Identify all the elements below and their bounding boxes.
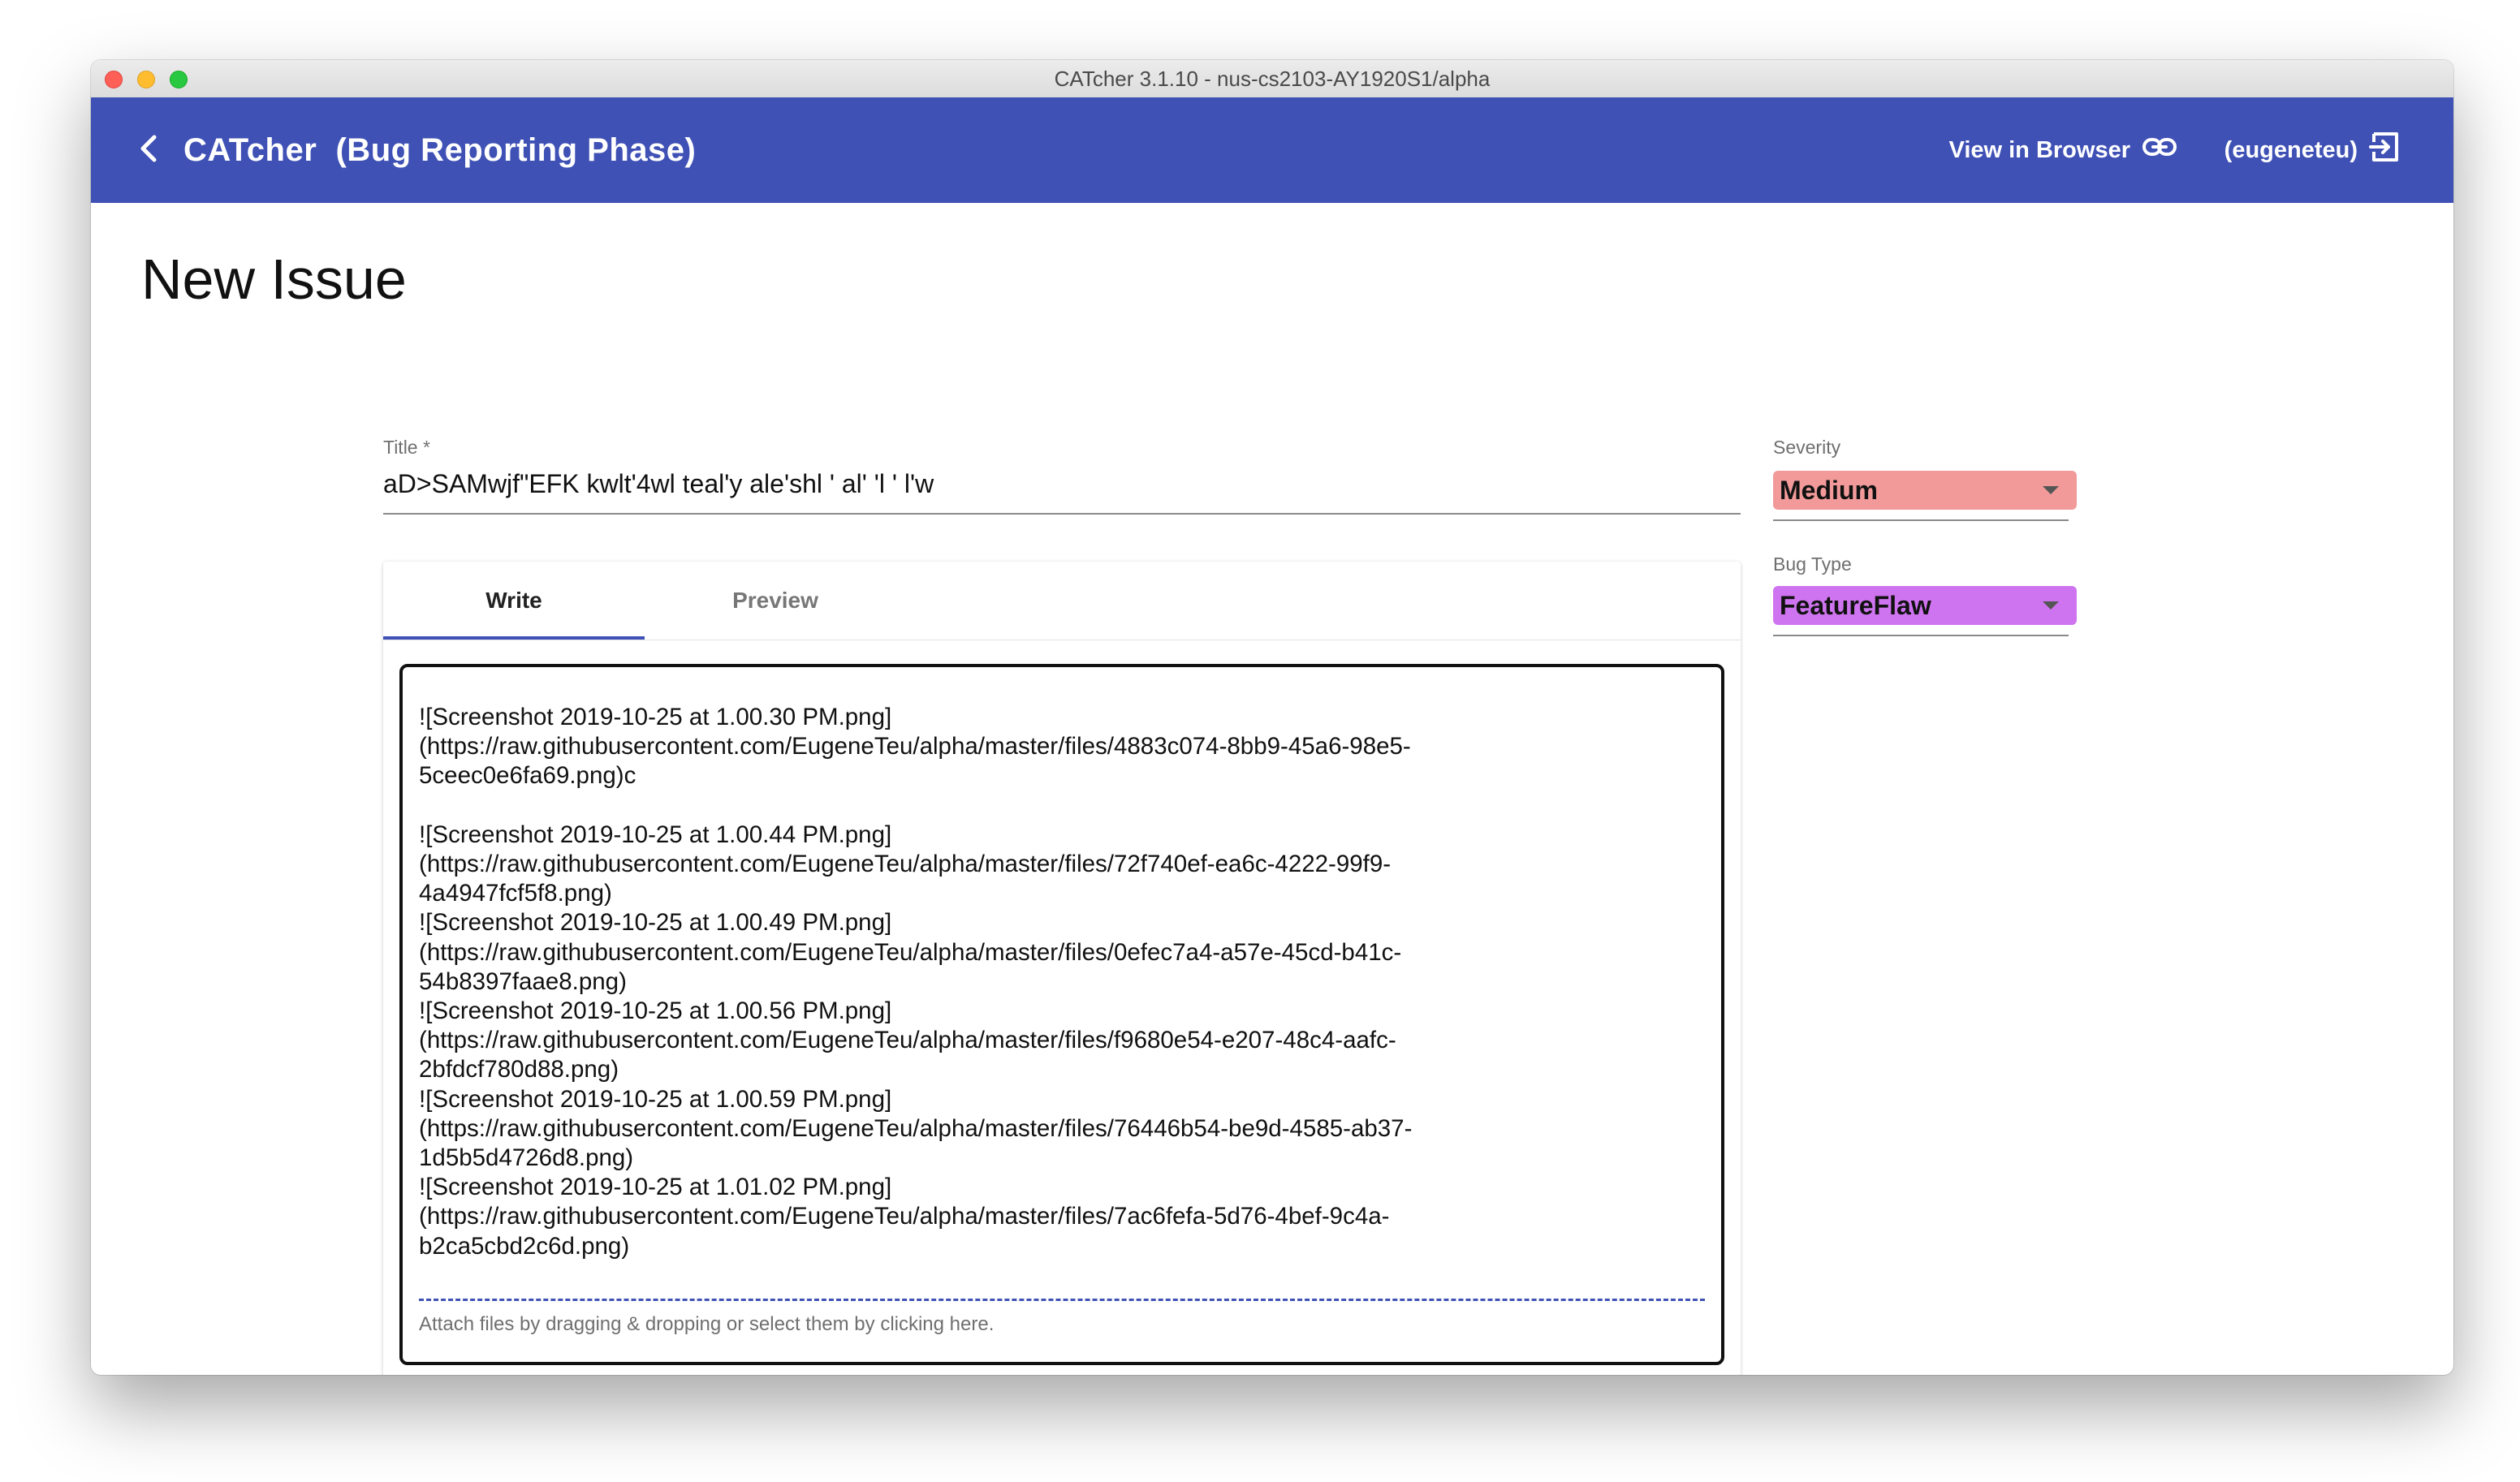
description-editor: Write Preview ![Screenshot 2019-10-25 at…	[383, 562, 1741, 1375]
app-toolbar: CATcher (Bug Reporting Phase) View in Br…	[91, 97, 2453, 203]
view-in-browser-label: View in Browser	[1948, 136, 2131, 163]
dropdown-arrow-icon	[2043, 601, 2059, 610]
app-title: CATcher (Bug Reporting Phase)	[183, 132, 697, 168]
bug-type-select[interactable]: FeatureFlaw	[1773, 586, 2077, 625]
tab-preview[interactable]: Preview	[645, 562, 906, 640]
logout-icon	[2358, 131, 2401, 170]
username-label: (eugeneteu)	[2224, 136, 2358, 163]
drop-zone-divider	[419, 1299, 1705, 1301]
window-titlebar: CATcher 3.1.10 - nus-cs2103-AY1920S1/alp…	[91, 60, 2453, 98]
link-icon	[2130, 136, 2177, 165]
editor-tabs: Write Preview	[383, 562, 1741, 640]
title-input[interactable]: aD>SAMwjf"EFK kwlt'4wl teal'y ale'shl ' …	[383, 469, 1731, 499]
severity-underline	[1773, 519, 2069, 521]
severity-value: Medium	[1780, 475, 1878, 505]
window-title: CATcher 3.1.10 - nus-cs2103-AY1920S1/alp…	[1054, 67, 1491, 91]
attach-files-hint[interactable]: Attach files by dragging & dropping or s…	[419, 1313, 994, 1336]
bug-type-label: Bug Type	[1773, 554, 1852, 575]
chevron-left-icon	[136, 132, 161, 169]
screen: CATcher 3.1.10 - nus-cs2103-AY1920S1/alp…	[0, 0, 2520, 1482]
severity-label: Severity	[1773, 437, 1841, 458]
title-input-underline	[383, 513, 1741, 515]
app-window: CATcher 3.1.10 - nus-cs2103-AY1920S1/alp…	[91, 60, 2453, 1375]
bug-type-underline	[1773, 635, 2069, 636]
logout-button[interactable]: (eugeneteu)	[2224, 97, 2401, 203]
active-tab-indicator	[383, 636, 645, 640]
back-button[interactable]	[128, 130, 169, 170]
title-label: Title *	[383, 437, 430, 458]
bug-type-value: FeatureFlaw	[1780, 590, 1931, 620]
tab-write[interactable]: Write	[383, 562, 645, 640]
view-in-browser-button[interactable]: View in Browser	[1949, 97, 2178, 203]
description-text[interactable]: ![Screenshot 2019-10-25 at 1.00.30 PM.pn…	[419, 703, 1685, 1261]
severity-select[interactable]: Medium	[1773, 471, 2077, 510]
page-title: New Issue	[141, 248, 407, 311]
description-textarea[interactable]: ![Screenshot 2019-10-25 at 1.00.30 PM.pn…	[399, 664, 1724, 1365]
dropdown-arrow-icon	[2043, 486, 2059, 494]
